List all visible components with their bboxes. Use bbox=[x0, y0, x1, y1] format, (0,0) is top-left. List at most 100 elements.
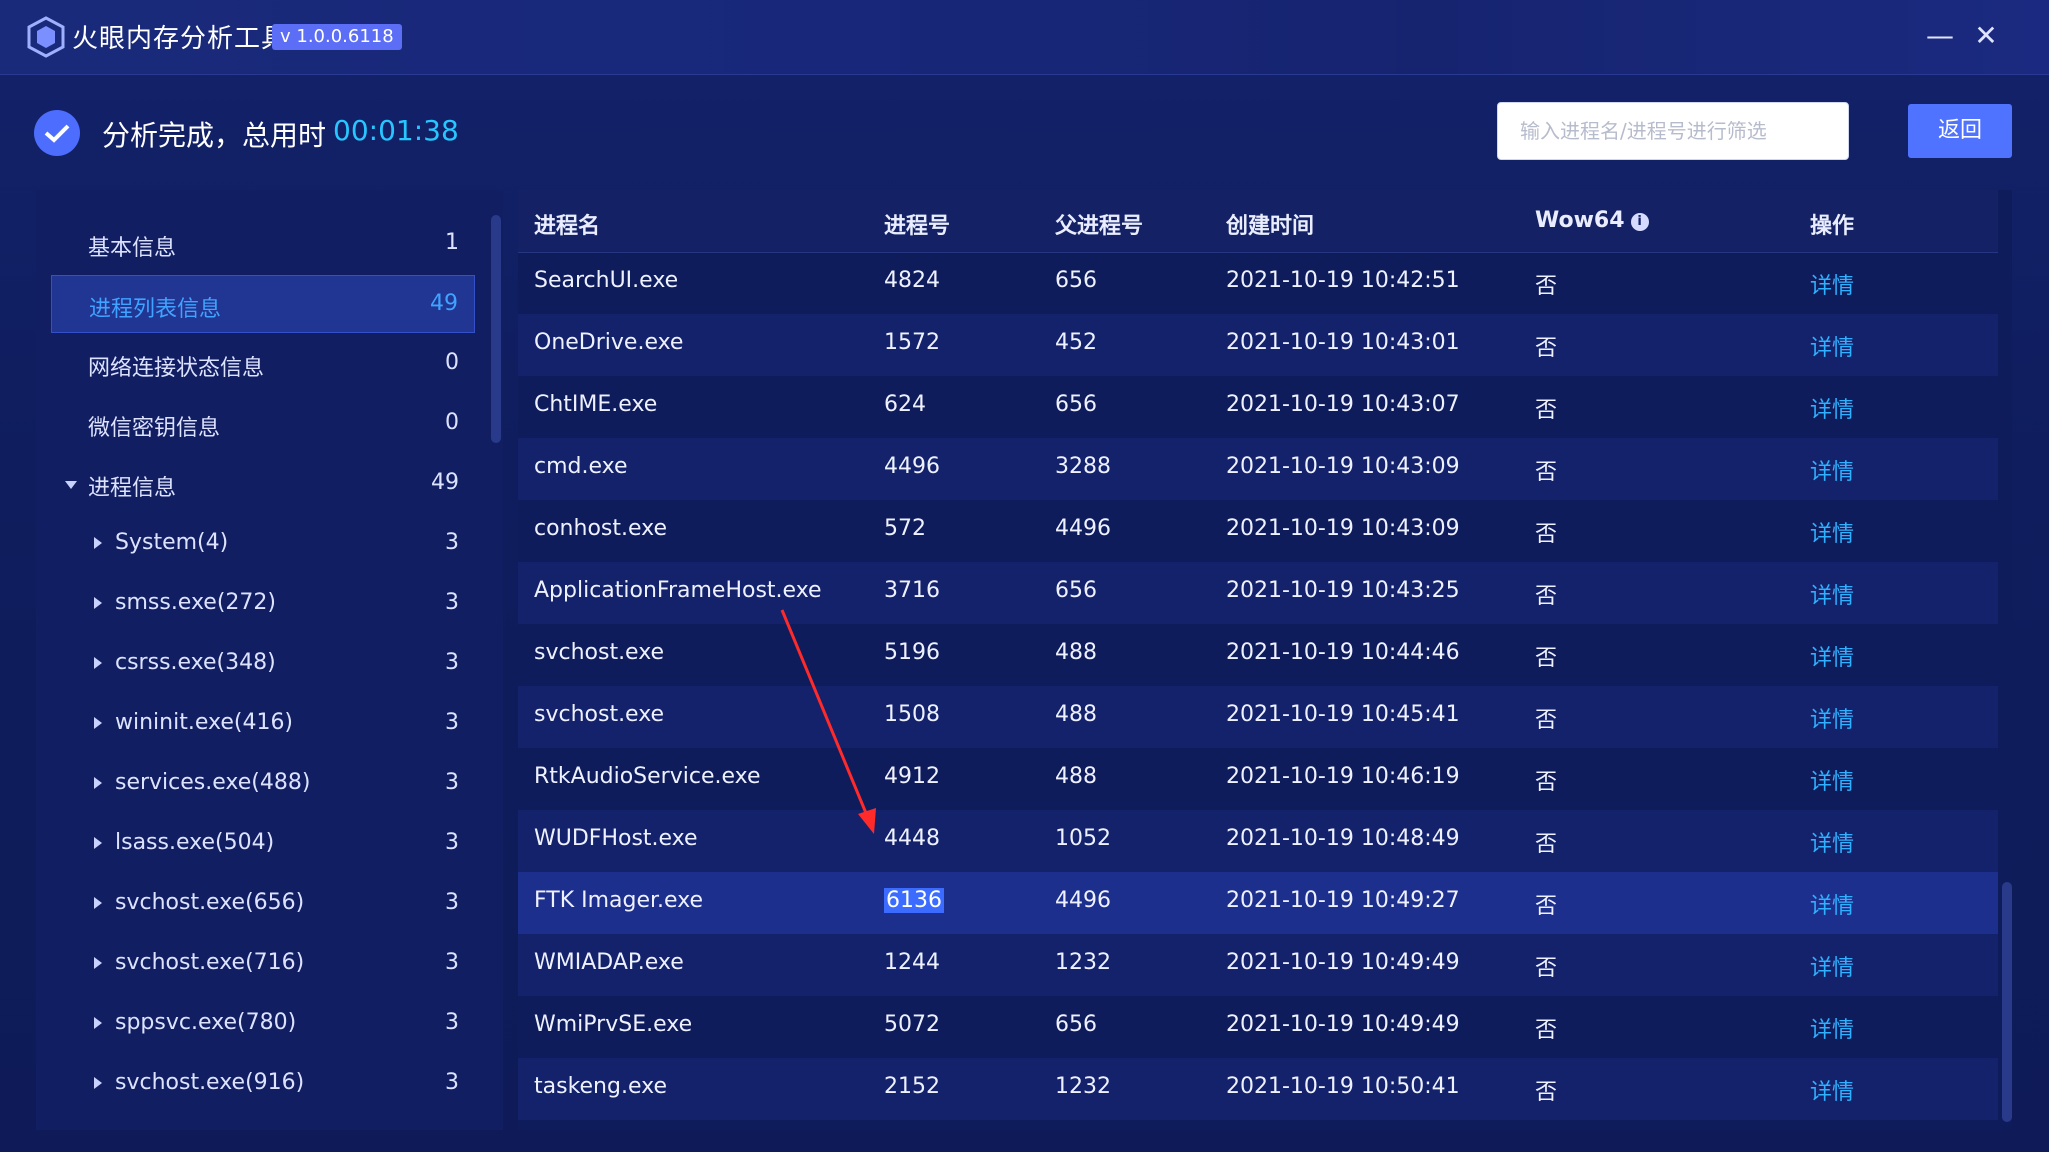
detail-link[interactable]: 详情 bbox=[1810, 888, 1854, 920]
cell-pid: 1572 bbox=[884, 330, 940, 355]
table-row[interactable]: SearchUI.exe 4824 656 2021-10-19 10:42:5… bbox=[518, 252, 1998, 314]
caret-right-icon[interactable] bbox=[94, 597, 102, 609]
sidebar-tree-item[interactable]: lsass.exe(504) 3 bbox=[51, 815, 475, 873]
cell-wow64: 否 bbox=[1535, 522, 1558, 547]
table-row[interactable]: ChtIME.exe 624 656 2021-10-19 10:43:07 否… bbox=[518, 376, 1998, 438]
sidebar-item-process-list[interactable]: 进程列表信息 49 bbox=[51, 275, 475, 333]
table-row[interactable]: WmiPrvSE.exe 5072 656 2021-10-19 10:49:4… bbox=[518, 996, 1998, 1058]
caret-right-icon[interactable] bbox=[94, 717, 102, 729]
caret-right-icon[interactable] bbox=[94, 837, 102, 849]
sidebar-tree-item[interactable]: wininit.exe(416) 3 bbox=[51, 695, 475, 753]
caret-right-icon[interactable] bbox=[94, 657, 102, 669]
cell-pid: 4496 bbox=[884, 454, 940, 479]
sidebar-scrollbar[interactable] bbox=[491, 215, 501, 443]
header-ppid[interactable]: 父进程号 bbox=[1055, 208, 1143, 240]
sidebar-tree-item[interactable]: sppsvc.exe(780) 3 bbox=[51, 995, 475, 1053]
cell-ppid: 656 bbox=[1055, 578, 1097, 603]
sidebar-tree-item[interactable]: svchost.exe(916) 3 bbox=[51, 1055, 475, 1113]
minimize-button[interactable]: — bbox=[1920, 18, 1960, 54]
table-row[interactable]: WUDFHost.exe 4448 1052 2021-10-19 10:48:… bbox=[518, 810, 1998, 872]
table-row[interactable]: taskeng.exe 2152 1232 2021-10-19 10:50:4… bbox=[518, 1058, 1998, 1120]
cell-wow64: 否 bbox=[1535, 336, 1558, 361]
caret-right-icon[interactable] bbox=[94, 1077, 102, 1089]
title-bar[interactable]: 火眼内存分析工具 v 1.0.0.6118 — ✕ bbox=[0, 0, 2049, 75]
sidebar-tree-item[interactable]: csrss.exe(348) 3 bbox=[51, 635, 475, 693]
detail-link[interactable]: 详情 bbox=[1810, 702, 1854, 734]
table-row[interactable]: conhost.exe 572 4496 2021-10-19 10:43:09… bbox=[518, 500, 1998, 562]
cell-create-time: 2021-10-19 10:48:49 bbox=[1226, 826, 1460, 851]
header-wow64-label[interactable]: Wow64 bbox=[1535, 208, 1625, 233]
detail-link[interactable]: 详情 bbox=[1810, 578, 1854, 610]
detail-link[interactable]: 详情 bbox=[1810, 516, 1854, 548]
annotation-arrow-icon bbox=[780, 609, 876, 834]
sidebar-tree-item[interactable]: svchost.exe(656) 3 bbox=[51, 875, 475, 933]
cell-create-time: 2021-10-19 10:50:41 bbox=[1226, 1074, 1460, 1099]
caret-right-icon[interactable] bbox=[94, 537, 102, 549]
cell-pid: 4448 bbox=[884, 826, 940, 851]
table-header: 进程名 进程号 父进程号 创建时间 Wow64 i 操作 bbox=[518, 190, 1998, 253]
detail-link[interactable]: 详情 bbox=[1810, 950, 1854, 982]
cell-wow64: 否 bbox=[1535, 1080, 1558, 1105]
header-create-time[interactable]: 创建时间 bbox=[1226, 208, 1314, 240]
detail-link[interactable]: 详情 bbox=[1810, 454, 1854, 486]
sidebar-tree-item[interactable]: smss.exe(272) 3 bbox=[51, 575, 475, 633]
caret-right-icon[interactable] bbox=[94, 777, 102, 789]
detail-link[interactable]: 详情 bbox=[1810, 392, 1854, 424]
table-row[interactable]: svchost.exe 1508 488 2021-10-19 10:45:41… bbox=[518, 686, 1998, 748]
sidebar-item-count: 3 bbox=[445, 1010, 459, 1035]
sidebar-item-network[interactable]: 网络连接状态信息 0 bbox=[51, 335, 475, 393]
table-row[interactable]: WMIADAP.exe 1244 1232 2021-10-19 10:49:4… bbox=[518, 934, 1998, 996]
table-row[interactable]: ApplicationFrameHost.exe 3716 656 2021-1… bbox=[518, 562, 1998, 624]
caret-right-icon[interactable] bbox=[94, 1017, 102, 1029]
cell-process-name: svchost.exe bbox=[534, 640, 665, 665]
detail-link[interactable]: 详情 bbox=[1810, 1012, 1854, 1044]
table-row-selected[interactable]: FTK Imager.exe 6136 4496 2021-10-19 10:4… bbox=[518, 872, 1998, 934]
header-process-name[interactable]: 进程名 bbox=[534, 208, 600, 240]
detail-link[interactable]: 详情 bbox=[1810, 268, 1854, 300]
sidebar-item-wechat-key[interactable]: 微信密钥信息 0 bbox=[51, 395, 475, 453]
sidebar-item-process-info[interactable]: 进程信息 49 bbox=[51, 455, 475, 513]
cell-ppid: 3288 bbox=[1055, 454, 1111, 479]
table-row[interactable]: cmd.exe 4496 3288 2021-10-19 10:43:09 否 … bbox=[518, 438, 1998, 500]
cell-pid: 4824 bbox=[884, 268, 940, 293]
table-scrollbar[interactable] bbox=[2002, 882, 2012, 1122]
cell-process-name: cmd.exe bbox=[534, 454, 628, 479]
process-filter-input[interactable] bbox=[1497, 102, 1849, 160]
caret-right-icon[interactable] bbox=[94, 897, 102, 909]
table-row[interactable]: OneDrive.exe 1572 452 2021-10-19 10:43:0… bbox=[518, 314, 1998, 376]
detail-link[interactable]: 详情 bbox=[1810, 330, 1854, 362]
cell-process-name: taskeng.exe bbox=[534, 1074, 667, 1099]
sidebar-item-label: svchost.exe(716) bbox=[115, 950, 305, 975]
back-button[interactable]: 返回 bbox=[1908, 104, 2012, 158]
close-button[interactable]: ✕ bbox=[1966, 18, 2006, 54]
sidebar-item-count: 3 bbox=[445, 890, 459, 915]
cell-create-time: 2021-10-19 10:43:07 bbox=[1226, 392, 1460, 417]
cell-wow64: 否 bbox=[1535, 832, 1558, 857]
table-row[interactable]: svchost.exe 5196 488 2021-10-19 10:44:46… bbox=[518, 624, 1998, 686]
sidebar-item-basic-info[interactable]: 基本信息 1 bbox=[51, 215, 475, 273]
detail-link[interactable]: 详情 bbox=[1810, 1074, 1854, 1106]
sidebar-item-count: 3 bbox=[445, 530, 459, 555]
caret-down-icon[interactable] bbox=[65, 481, 77, 489]
sidebar-tree-item[interactable]: services.exe(488) 3 bbox=[51, 755, 475, 813]
detail-link[interactable]: 详情 bbox=[1810, 640, 1854, 672]
sidebar-item-count: 3 bbox=[445, 1070, 459, 1095]
info-icon[interactable]: i bbox=[1630, 213, 1649, 231]
cell-create-time: 2021-10-19 10:43:09 bbox=[1226, 454, 1460, 479]
app-title: 火眼内存分析工具 bbox=[72, 24, 289, 54]
cell-pid: 624 bbox=[884, 392, 926, 417]
sidebar-item-label: 进程列表信息 bbox=[89, 297, 222, 322]
sidebar-tree-item[interactable]: System(4) 3 bbox=[51, 515, 475, 573]
cell-process-name: SearchUI.exe bbox=[534, 268, 679, 293]
caret-right-icon[interactable] bbox=[94, 957, 102, 969]
cell-pid: 4912 bbox=[884, 764, 940, 789]
header-pid[interactable]: 进程号 bbox=[884, 208, 950, 240]
cell-process-name: OneDrive.exe bbox=[534, 330, 684, 355]
cell-pid: 3716 bbox=[884, 578, 940, 603]
detail-link[interactable]: 详情 bbox=[1810, 826, 1854, 858]
cell-wow64: 否 bbox=[1535, 956, 1558, 981]
table-row[interactable]: RtkAudioService.exe 4912 488 2021-10-19 … bbox=[518, 748, 1998, 810]
cell-ppid: 4496 bbox=[1055, 888, 1111, 913]
sidebar-tree-item[interactable]: svchost.exe(716) 3 bbox=[51, 935, 475, 993]
detail-link[interactable]: 详情 bbox=[1810, 764, 1854, 796]
